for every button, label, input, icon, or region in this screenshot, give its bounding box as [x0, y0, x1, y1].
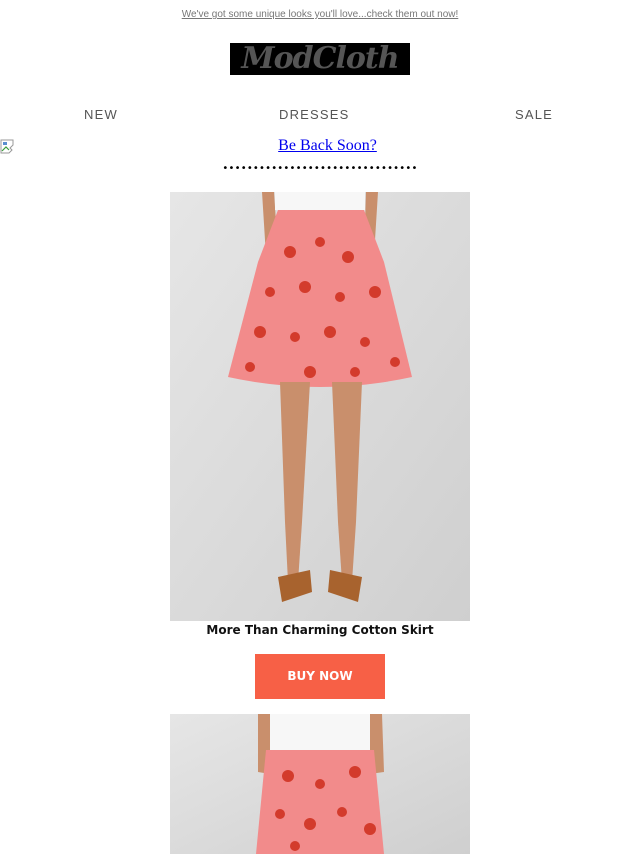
modcloth-logo[interactable]: ModCloth: [230, 43, 410, 75]
product-image-pants[interactable]: [170, 714, 470, 854]
nav-new[interactable]: NEW: [84, 107, 118, 122]
preheader-link[interactable]: We've got some unique looks you'll love.…: [0, 9, 640, 20]
nav-dresses[interactable]: DRESSES: [279, 107, 350, 122]
be-back-soon-link[interactable]: Be Back Soon?: [0, 137, 640, 155]
product-title: More Than Charming Cotton Skirt: [206, 623, 434, 637]
nav-sale[interactable]: SALE: [515, 107, 553, 122]
dotted-divider: ••••••••••••••••••••••••••••••••: [222, 163, 418, 174]
buy-now-button[interactable]: BUY NOW: [255, 654, 385, 699]
product-image-skirt[interactable]: [170, 192, 470, 621]
